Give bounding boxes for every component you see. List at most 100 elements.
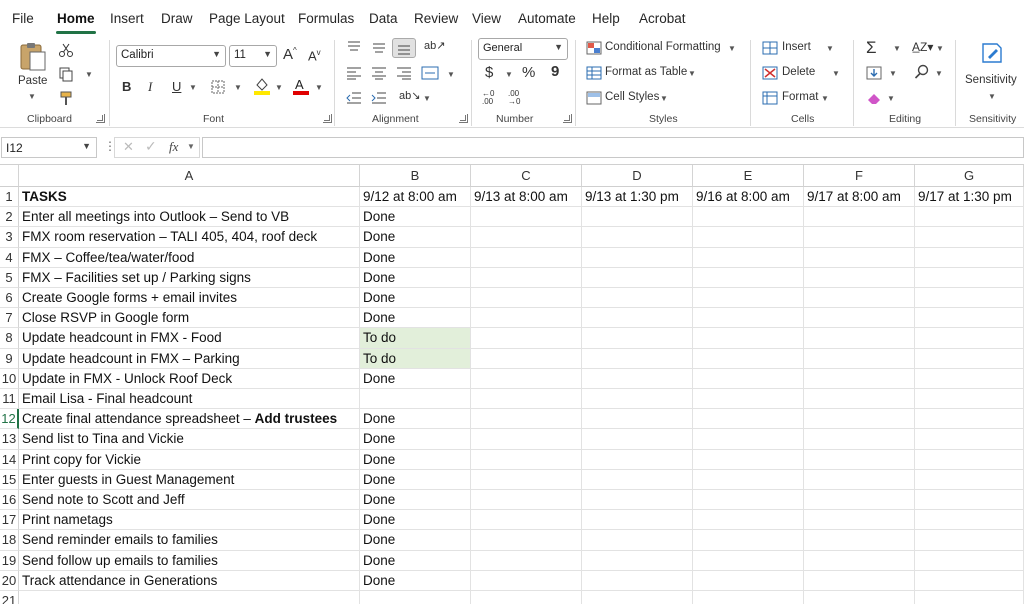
chevron-down-icon[interactable]: ▼ — [315, 83, 323, 92]
cell-b15[interactable]: Done — [360, 469, 471, 490]
dialog-launcher-icon[interactable] — [96, 114, 105, 123]
format-button[interactable]: Format — [782, 91, 818, 103]
cell-b20[interactable]: Done — [360, 570, 471, 591]
cell-c15[interactable] — [471, 469, 582, 490]
cell-a14[interactable]: Print copy for Vickie — [19, 449, 360, 470]
cell-c3[interactable] — [471, 227, 582, 248]
cell-b21[interactable] — [360, 591, 471, 604]
tab-draw[interactable]: Draw — [161, 11, 193, 26]
delete-button[interactable]: Delete — [782, 66, 815, 78]
cell-b13[interactable]: Done — [360, 429, 471, 450]
chevron-down-icon[interactable]: ▼ — [187, 142, 195, 151]
cell-b4[interactable]: Done — [360, 247, 471, 268]
sort-filter-icon[interactable]: A̲Z▾ — [912, 40, 933, 54]
cell-f19[interactable] — [804, 550, 915, 571]
cell-c13[interactable] — [471, 429, 582, 450]
cell-c16[interactable] — [471, 490, 582, 511]
cell-b5[interactable]: Done — [360, 267, 471, 288]
cell-e11[interactable] — [693, 389, 804, 410]
align-center-icon[interactable] — [371, 66, 387, 80]
cell-c18[interactable] — [471, 530, 582, 551]
cell-g17[interactable] — [915, 510, 1024, 531]
number-format-select[interactable]: General ▼ — [478, 38, 568, 60]
tab-file[interactable]: File — [12, 11, 34, 26]
cut-icon[interactable] — [58, 42, 74, 58]
sensitivity-icon[interactable] — [979, 40, 1005, 66]
chevron-down-icon[interactable]: ▼ — [447, 70, 455, 79]
font-color-icon[interactable]: A — [292, 76, 310, 96]
chevron-down-icon[interactable]: ▼ — [423, 94, 431, 103]
row-header[interactable]: 3 — [0, 227, 19, 248]
cell-b2[interactable]: Done — [360, 207, 471, 228]
insert-cells-icon[interactable] — [762, 41, 778, 55]
insert-button[interactable]: Insert — [782, 41, 811, 53]
font-name-select[interactable]: Calibri ▼ — [116, 45, 226, 67]
cell-g13[interactable] — [915, 429, 1024, 450]
cell-g15[interactable] — [915, 469, 1024, 490]
cell-g18[interactable] — [915, 530, 1024, 551]
clear-icon[interactable] — [866, 91, 882, 105]
comma-style-button[interactable]: 9 — [551, 63, 559, 80]
cell-f3[interactable] — [804, 227, 915, 248]
row-header[interactable]: 8 — [0, 328, 19, 349]
cell-c19[interactable] — [471, 550, 582, 571]
cell-e18[interactable] — [693, 530, 804, 551]
cell-f11[interactable] — [804, 389, 915, 410]
chevron-down-icon[interactable]: ▼ — [887, 94, 895, 103]
cell-a16[interactable]: Send note to Scott and Jeff — [19, 490, 360, 511]
fill-color-icon[interactable] — [253, 76, 271, 96]
row-header[interactable]: 4 — [0, 247, 19, 268]
cell-b8[interactable]: To do — [360, 328, 471, 349]
align-top-icon[interactable] — [346, 40, 362, 54]
format-cells-icon[interactable] — [762, 91, 778, 105]
decrease-decimal-icon[interactable]: .00 →0 — [508, 90, 520, 106]
conditional-formatting-icon[interactable] — [586, 41, 602, 55]
cell-c10[interactable] — [471, 368, 582, 389]
cell-g5[interactable] — [915, 267, 1024, 288]
cell-g21[interactable] — [915, 591, 1024, 604]
cell-d5[interactable] — [582, 267, 693, 288]
cell-d2[interactable] — [582, 207, 693, 228]
tab-acrobat[interactable]: Acrobat — [639, 11, 686, 26]
cell-d13[interactable] — [582, 429, 693, 450]
chevron-down-icon[interactable]: ▼ — [234, 83, 242, 92]
column-header-e[interactable]: E — [693, 165, 804, 187]
cell-d15[interactable] — [582, 469, 693, 490]
cell-a19[interactable]: Send follow up emails to families — [19, 550, 360, 571]
tab-help[interactable]: Help — [592, 11, 620, 26]
row-header[interactable]: 19 — [0, 550, 19, 571]
cell-f17[interactable] — [804, 510, 915, 531]
cell-f8[interactable] — [804, 328, 915, 349]
find-select-icon[interactable] — [914, 64, 930, 80]
cancel-icon[interactable]: ✕ — [123, 139, 134, 155]
tab-formulas[interactable]: Formulas — [298, 11, 354, 26]
cell-d8[interactable] — [582, 328, 693, 349]
cell-b3[interactable]: Done — [360, 227, 471, 248]
cell-b9[interactable]: To do — [360, 348, 471, 369]
cell-styles-button[interactable]: Cell Styles — [605, 91, 659, 103]
cell-g12[interactable] — [915, 409, 1024, 430]
tab-page-layout[interactable]: Page Layout — [209, 11, 285, 26]
cell-g19[interactable] — [915, 550, 1024, 571]
format-painter-icon[interactable] — [58, 90, 74, 106]
cell-d12[interactable] — [582, 409, 693, 430]
chevron-down-icon[interactable]: ▼ — [889, 69, 897, 78]
cell-c4[interactable] — [471, 247, 582, 268]
text-orientation-icon[interactable]: ab↘ — [399, 89, 420, 102]
cell-e21[interactable] — [693, 591, 804, 604]
row-header[interactable]: 10 — [0, 368, 19, 389]
cell-c7[interactable] — [471, 308, 582, 329]
percent-button[interactable]: % — [522, 64, 535, 81]
cell-f15[interactable] — [804, 469, 915, 490]
format-as-table-icon[interactable] — [586, 66, 602, 80]
delete-cells-icon[interactable] — [762, 66, 778, 80]
tab-insert[interactable]: Insert — [110, 11, 144, 26]
cell-b17[interactable]: Done — [360, 510, 471, 531]
cell-g20[interactable] — [915, 570, 1024, 591]
select-all-button[interactable] — [0, 165, 19, 187]
row-header[interactable]: 21 — [0, 591, 19, 604]
cell-a4[interactable]: FMX – Coffee/tea/water/food — [19, 247, 360, 268]
cell-b11[interactable] — [360, 389, 471, 410]
chevron-down-icon[interactable]: ▼ — [832, 69, 840, 78]
chevron-down-icon[interactable]: ▼ — [688, 69, 696, 78]
